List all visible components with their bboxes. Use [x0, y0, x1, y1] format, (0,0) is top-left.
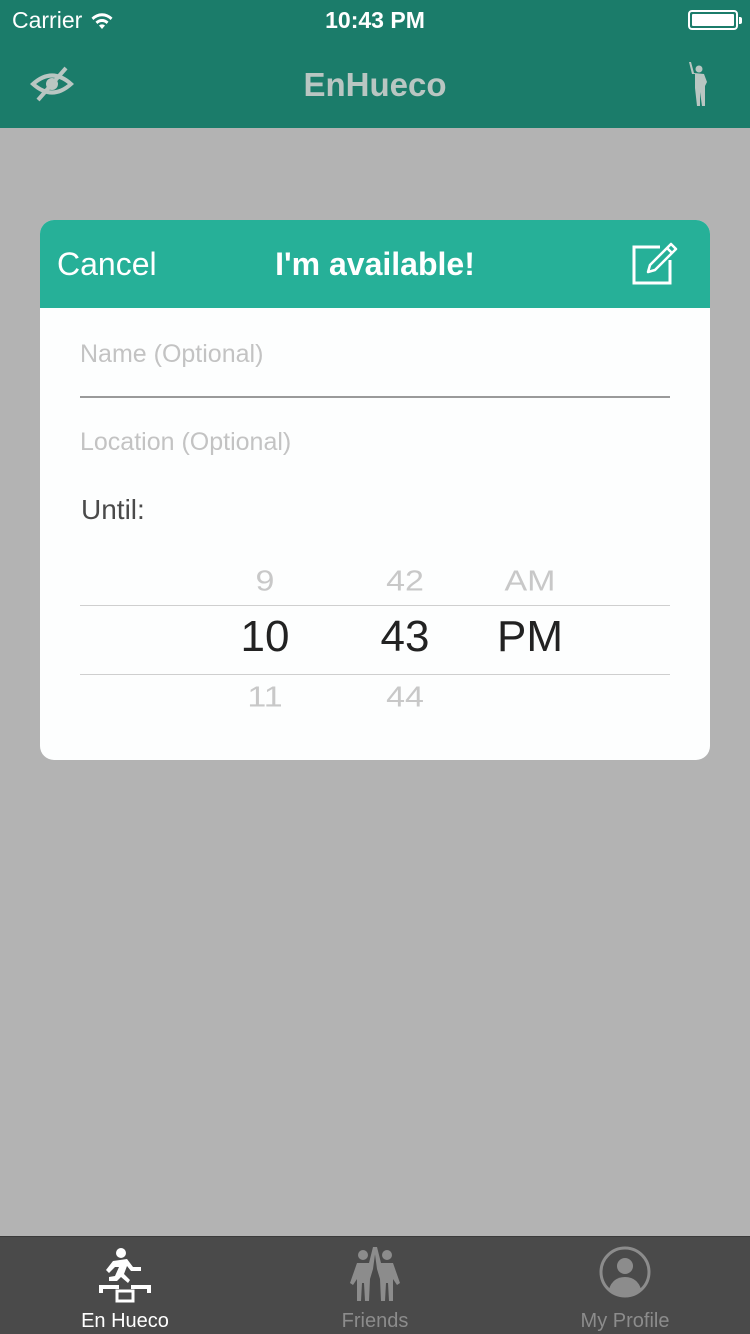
status-time: 10:43 PM	[325, 7, 425, 33]
nav-title: EnHueco	[303, 66, 447, 103]
tab-friends[interactable]: Friends	[250, 1237, 500, 1334]
minute-selected[interactable]: 43	[350, 612, 460, 662]
cancel-button[interactable]: Cancel	[57, 246, 157, 283]
tab-label-en-hueco: En Hueco	[81, 1310, 169, 1332]
tab-label-my-profile: My Profile	[580, 1310, 670, 1332]
hour-next[interactable]: 11	[210, 681, 320, 714]
minute-wheel[interactable]: 42 43 44	[350, 550, 460, 720]
status-bar: Carrier 10:43 PM	[0, 0, 750, 40]
minute-next[interactable]: 44	[350, 681, 460, 714]
minute-prev[interactable]: 42	[350, 565, 460, 598]
hour-prev[interactable]: 9	[210, 565, 320, 598]
person-waving-icon[interactable]	[686, 62, 710, 108]
navigation-bar: EnHueco	[0, 40, 750, 128]
hour-wheel[interactable]: 9 10 11	[210, 550, 320, 720]
battery-icon	[688, 10, 742, 30]
ampm-selected[interactable]: PM	[475, 612, 585, 662]
tab-label-friends: Friends	[341, 1310, 409, 1332]
modal-header: Cancel I'm available!	[40, 220, 710, 308]
hour-selected[interactable]: 10	[210, 612, 320, 662]
ampm-wheel[interactable]: AM PM	[475, 550, 585, 720]
edit-icon[interactable]	[630, 238, 680, 288]
tab-bar: En Hueco Friends My Profile	[0, 1236, 750, 1334]
friends-icon	[350, 1247, 400, 1301]
tab-en-hueco[interactable]: En Hueco	[0, 1237, 250, 1334]
availability-modal: Cancel I'm available! Until: 9 10 11 42 …	[40, 220, 710, 760]
time-picker[interactable]: 9 10 11 42 43 44 AM PM	[80, 550, 670, 720]
en-hueco-icon	[99, 1248, 151, 1303]
until-label: Until:	[81, 494, 145, 525]
top-bar: Carrier 10:43 PM EnHueco	[0, 0, 750, 128]
tab-my-profile[interactable]: My Profile	[500, 1237, 750, 1334]
location-field[interactable]	[80, 418, 670, 466]
ampm-prev[interactable]: AM	[475, 565, 585, 598]
profile-icon	[599, 1246, 651, 1298]
name-field[interactable]	[80, 330, 670, 398]
